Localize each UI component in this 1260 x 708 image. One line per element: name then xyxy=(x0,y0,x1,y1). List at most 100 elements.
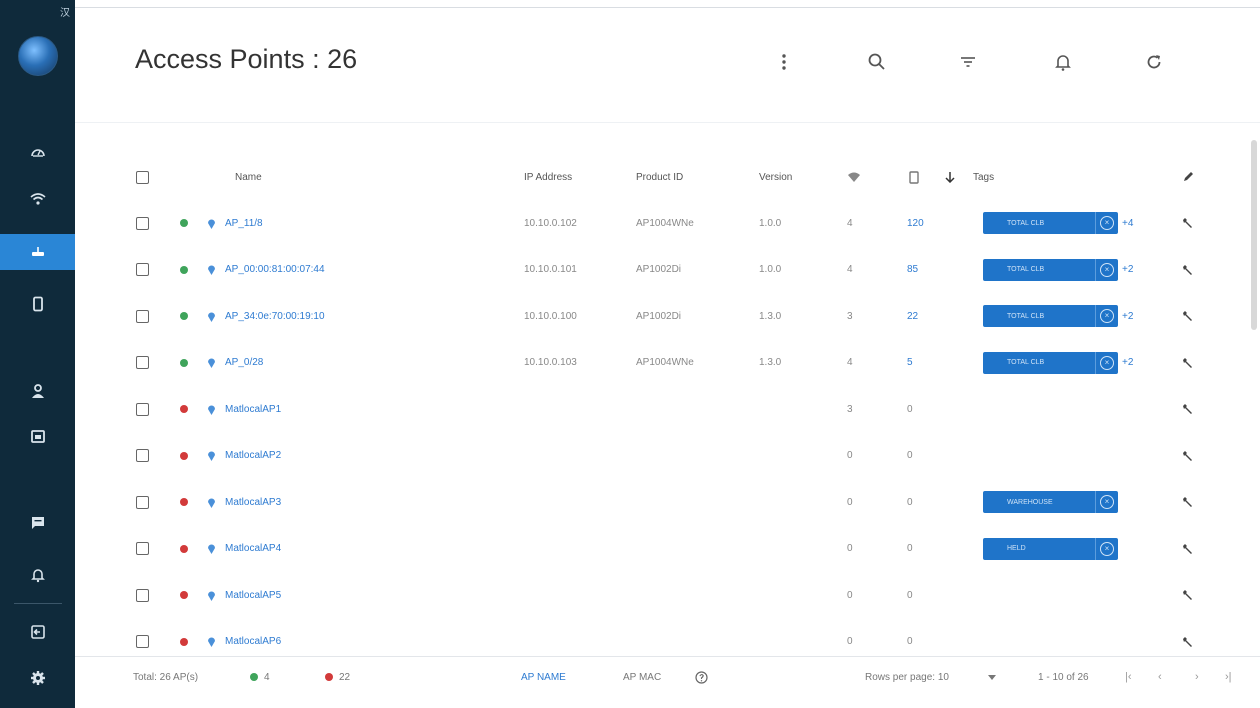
column-header-ip[interactable]: IP Address xyxy=(524,154,572,200)
prev-page-button[interactable]: ‹ xyxy=(1158,657,1162,697)
ap-name-link[interactable]: MatlocalAP6 xyxy=(225,619,281,657)
configure-button[interactable] xyxy=(1182,619,1194,657)
row-checkbox[interactable] xyxy=(136,263,149,276)
column-header-name[interactable]: Name xyxy=(235,154,262,200)
search-button[interactable] xyxy=(863,48,891,76)
ap-name-link[interactable]: AP_0/28 xyxy=(225,340,263,386)
row-checkbox[interactable] xyxy=(136,356,149,369)
sidebar-item-alerts[interactable] xyxy=(0,557,75,593)
table-row[interactable]: AP_0/28 10.10.0.103 AP1004WNe 1.3.0 4 5 TOTAL … xyxy=(75,340,1250,386)
more-tags-link[interactable]: +2 xyxy=(1122,264,1133,275)
filter-button[interactable] xyxy=(954,48,982,76)
row-checkbox[interactable] xyxy=(136,449,149,462)
first-page-button[interactable]: |‹ xyxy=(1125,657,1132,697)
tag-chip[interactable]: TOTAL CLB × xyxy=(983,212,1118,234)
ap-name-link[interactable]: AP_34:0e:70:00:19:10 xyxy=(225,293,325,339)
configure-button[interactable] xyxy=(1182,526,1194,572)
ap-name-link[interactable]: MatlocalAP4 xyxy=(225,526,281,572)
ap-name-link[interactable]: MatlocalAP5 xyxy=(225,572,281,618)
more-tags-link[interactable]: +4 xyxy=(1122,218,1133,229)
ap-clients[interactable]: 22 xyxy=(907,293,918,339)
sidebar-item-wireless[interactable] xyxy=(0,181,75,217)
table-row[interactable]: MatlocalAP2 0 0 xyxy=(75,433,1250,479)
sidebar-item-calendar[interactable] xyxy=(0,418,75,454)
configure-button[interactable] xyxy=(1182,247,1194,293)
column-header-tags[interactable]: Tags xyxy=(973,154,994,200)
ap-mac-toggle[interactable]: AP MAC xyxy=(623,657,661,697)
sidebar-item-logout[interactable] xyxy=(0,614,75,650)
select-all-checkbox[interactable] xyxy=(136,170,149,184)
table-row[interactable]: MatlocalAP4 0 0 HELD × xyxy=(75,526,1250,572)
ap-radios: 4 xyxy=(847,264,853,275)
ap-clients[interactable]: 120 xyxy=(907,200,924,246)
sort-button[interactable] xyxy=(945,154,955,200)
row-checkbox[interactable] xyxy=(136,495,149,509)
sidebar-item-devices[interactable] xyxy=(0,286,75,322)
ap-name-link[interactable]: AP_00:00:81:00:07:44 xyxy=(225,247,325,293)
more-menu-button[interactable] xyxy=(770,48,798,76)
table-row[interactable]: MatlocalAP6 0 0 xyxy=(75,619,1250,657)
ap-clients[interactable]: 85 xyxy=(907,247,918,293)
close-icon[interactable]: × xyxy=(1100,309,1114,323)
tag-chip[interactable]: TOTAL CLB × xyxy=(983,305,1118,327)
table-row[interactable]: AP_00:00:81:00:07:44 10.10.0.101 AP1002Di 1… xyxy=(75,247,1250,293)
configure-button[interactable] xyxy=(1182,340,1194,386)
tag-chip[interactable]: TOTAL CLB × xyxy=(983,258,1118,281)
next-page-button[interactable]: › xyxy=(1195,657,1199,697)
ap-name-link[interactable]: MatlocalAP1 xyxy=(225,386,281,432)
table-row[interactable]: MatlocalAP3 0 0 WAREHOUSE × xyxy=(75,479,1250,525)
table-row[interactable]: MatlocalAP1 3 0 xyxy=(75,386,1250,432)
column-header-radios[interactable] xyxy=(848,154,860,200)
ap-name-link[interactable]: AP_11/8 xyxy=(225,200,263,246)
tag-separator xyxy=(1095,351,1096,374)
more-tags-link[interactable]: +2 xyxy=(1122,311,1133,322)
ap-clients: 0 xyxy=(907,636,913,647)
row-checkbox[interactable] xyxy=(136,588,149,602)
column-header-clients[interactable] xyxy=(909,154,919,200)
close-icon[interactable]: × xyxy=(1100,495,1114,509)
tag-chip[interactable]: HELD × xyxy=(983,537,1118,560)
row-checkbox[interactable] xyxy=(136,635,149,648)
notifications-button[interactable] xyxy=(1049,48,1077,76)
close-icon[interactable]: × xyxy=(1100,216,1114,230)
more-tags-link[interactable]: +2 xyxy=(1122,357,1133,368)
configure-button[interactable] xyxy=(1182,200,1194,246)
table-scrollbar[interactable] xyxy=(1251,140,1257,330)
tag-chip[interactable]: WAREHOUSE × xyxy=(983,491,1118,513)
sidebar-item-users[interactable] xyxy=(0,373,75,409)
ap-name-toggle[interactable]: AP NAME xyxy=(521,657,566,697)
configure-button[interactable] xyxy=(1182,479,1194,525)
ap-name-link[interactable]: MatlocalAP3 xyxy=(225,479,281,525)
chevron-left-icon: ‹ xyxy=(1158,671,1162,683)
sidebar-item-access-points[interactable] xyxy=(0,234,75,270)
row-checkbox[interactable] xyxy=(136,309,149,323)
ap-clients[interactable]: 5 xyxy=(907,340,913,386)
table-row[interactable]: AP_11/8 10.10.0.102 AP1004WNe 1.0.0 4 120 TOTA… xyxy=(75,200,1250,246)
refresh-button[interactable] xyxy=(1140,48,1168,76)
sidebar-item-messages[interactable] xyxy=(0,505,75,541)
close-icon[interactable]: × xyxy=(1100,262,1114,277)
sidebar-item-dashboard[interactable] xyxy=(0,135,75,171)
close-icon[interactable]: × xyxy=(1100,541,1114,556)
configure-button[interactable] xyxy=(1182,386,1194,432)
configure-button[interactable] xyxy=(1182,572,1194,618)
sidebar-item-settings[interactable] xyxy=(0,660,75,696)
avatar[interactable] xyxy=(18,36,58,76)
help-button[interactable] xyxy=(695,657,708,697)
rows-per-page-select[interactable] xyxy=(988,657,996,697)
configure-button[interactable] xyxy=(1182,293,1194,339)
column-header-product[interactable]: Product ID xyxy=(636,154,683,200)
row-checkbox[interactable] xyxy=(136,542,149,555)
table-row[interactable]: AP_34:0e:70:00:19:10 10.10.0.100 AP1002Di 1… xyxy=(75,293,1250,339)
row-checkbox[interactable] xyxy=(136,216,149,230)
edit-columns-button[interactable] xyxy=(1182,154,1194,200)
ap-name-link[interactable]: MatlocalAP2 xyxy=(225,433,281,479)
table-row[interactable]: MatlocalAP5 0 0 xyxy=(75,572,1250,618)
tag-chip[interactable]: TOTAL CLB × xyxy=(983,351,1118,374)
row-checkbox[interactable] xyxy=(136,402,149,416)
last-page-button[interactable]: ›| xyxy=(1225,657,1232,697)
close-icon[interactable]: × xyxy=(1100,355,1114,370)
configure-button[interactable] xyxy=(1182,433,1194,479)
status-dot-icon xyxy=(180,219,188,227)
column-header-version[interactable]: Version xyxy=(759,154,792,200)
